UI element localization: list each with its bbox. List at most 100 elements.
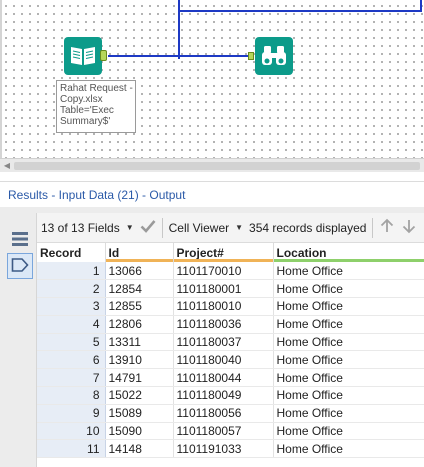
record-cell[interactable]: 5 xyxy=(37,333,106,352)
scroll-up-button[interactable] xyxy=(379,216,395,240)
project-cell[interactable]: 1101180057 xyxy=(173,422,274,441)
table-row[interactable]: 5 13311 1101180037 Home Office xyxy=(37,333,424,352)
table-row[interactable]: 4 12806 1101180036 Home Office xyxy=(37,315,424,334)
id-cell[interactable]: 12806 xyxy=(105,315,174,334)
column-type-indicator xyxy=(105,259,173,262)
data-view-button[interactable] xyxy=(7,227,33,253)
table-row[interactable]: 2 12854 1101180001 Home Office xyxy=(37,279,424,299)
annotation-line: Summary$' xyxy=(60,116,111,127)
column-header-record[interactable]: Record xyxy=(37,243,106,262)
input-data-tool[interactable] xyxy=(64,37,102,75)
browse-tool[interactable] xyxy=(255,37,293,75)
arrow-down-icon xyxy=(401,218,417,237)
location-cell[interactable]: Home Office xyxy=(273,279,424,299)
metadata-view-button[interactable] xyxy=(7,253,33,279)
record-cell[interactable]: 4 xyxy=(37,315,106,334)
apply-checkmark-button[interactable] xyxy=(140,216,156,240)
tag-icon xyxy=(11,257,29,276)
workflow-canvas[interactable]: Rahat Request - Copy.xlsx Table='Exec Su… xyxy=(0,0,424,158)
results-grid[interactable]: Record Id Project# Location 1 13066 1101… xyxy=(37,243,424,467)
project-cell[interactable]: 1101180049 xyxy=(173,386,274,405)
record-cell[interactable]: 11 xyxy=(37,439,106,459)
location-cell[interactable]: Home Office xyxy=(273,386,424,405)
column-header-location[interactable]: Location xyxy=(273,243,424,262)
connection-wire-vertical-left[interactable] xyxy=(178,0,180,59)
scroll-down-button[interactable] xyxy=(401,216,417,240)
browse-tool-input-anchor[interactable] xyxy=(248,52,254,60)
project-cell[interactable]: 1101180044 xyxy=(173,368,274,388)
location-cell[interactable]: Home Office xyxy=(273,422,424,441)
table-row[interactable]: 6 13910 1101180040 Home Office xyxy=(37,350,424,370)
open-book-icon xyxy=(69,43,97,70)
table-row[interactable]: 3 12855 1101180010 Home Office xyxy=(37,297,424,316)
location-cell[interactable]: Home Office xyxy=(273,439,424,459)
table-row[interactable]: 11 14148 1101191033 Home Office xyxy=(37,439,424,459)
location-cell[interactable]: Home Office xyxy=(273,262,424,281)
pane-splitter[interactable] xyxy=(0,172,424,182)
column-header-label: Id xyxy=(108,245,120,260)
records-displayed-label: 354 records displayed xyxy=(249,220,367,235)
table-row[interactable]: 8 15022 1101180049 Home Office xyxy=(37,386,424,405)
location-cell[interactable]: Home Office xyxy=(273,333,424,352)
id-cell[interactable]: 15022 xyxy=(105,386,174,405)
canvas-edge xyxy=(0,0,2,158)
record-cell[interactable]: 1 xyxy=(37,262,106,281)
id-cell[interactable]: 14148 xyxy=(105,439,174,459)
column-header-id[interactable]: Id xyxy=(105,243,174,262)
list-lines-icon xyxy=(11,230,29,251)
id-cell[interactable]: 13066 xyxy=(105,262,174,281)
location-cell[interactable]: Home Office xyxy=(273,368,424,388)
results-window-title: Results - Input Data (21) - Output xyxy=(0,182,424,207)
location-cell[interactable]: Home Office xyxy=(273,350,424,370)
fields-count-label: 13 of 13 Fields xyxy=(41,220,120,235)
record-cell[interactable]: 7 xyxy=(37,368,106,388)
connection-wire-top[interactable] xyxy=(180,10,422,12)
checkmark-icon xyxy=(140,219,156,236)
table-row[interactable]: 9 15089 1101180056 Home Office xyxy=(37,404,424,423)
record-cell[interactable]: 2 xyxy=(37,279,106,299)
project-cell[interactable]: 1101170010 xyxy=(173,262,274,281)
location-cell[interactable]: Home Office xyxy=(273,297,424,316)
record-cell[interactable]: 8 xyxy=(37,386,106,405)
cell-viewer-dropdown[interactable]: Cell Viewer ▼ xyxy=(169,216,243,240)
annotation-line: Table='Exec xyxy=(60,105,114,116)
column-header-label: Location xyxy=(276,245,327,260)
toolbar-separator xyxy=(161,217,163,238)
results-toolbar: 13 of 13 Fields ▼ Cell Viewer ▼ 354 reco… xyxy=(37,213,424,243)
column-type-indicator xyxy=(273,259,424,262)
results-side-rail xyxy=(0,213,37,467)
project-cell[interactable]: 1101180001 xyxy=(173,279,274,299)
record-cell[interactable]: 6 xyxy=(37,350,106,370)
record-cell[interactable]: 9 xyxy=(37,404,106,423)
project-cell[interactable]: 1101180010 xyxy=(173,297,274,316)
location-cell[interactable]: Home Office xyxy=(273,315,424,334)
id-cell[interactable]: 12855 xyxy=(105,297,174,316)
canvas-horizontal-scrollbar[interactable]: ◀ xyxy=(0,158,424,172)
scroll-left-arrow-icon[interactable]: ◀ xyxy=(2,161,12,171)
fields-dropdown[interactable]: 13 of 13 Fields ▼ xyxy=(41,216,134,240)
table-row[interactable]: 7 14791 1101180044 Home Office xyxy=(37,368,424,388)
input-tool-output-anchor[interactable] xyxy=(100,50,107,61)
record-cell[interactable]: 3 xyxy=(37,297,106,316)
project-cell[interactable]: 1101180036 xyxy=(173,315,274,334)
column-header-project[interactable]: Project# xyxy=(173,243,274,262)
scrollbar-thumb[interactable] xyxy=(14,162,420,170)
project-cell[interactable]: 1101180037 xyxy=(173,333,274,352)
id-cell[interactable]: 15089 xyxy=(105,404,174,423)
record-cell[interactable]: 10 xyxy=(37,422,106,441)
table-row[interactable]: 1 13066 1101170010 Home Office xyxy=(37,262,424,281)
chevron-down-icon: ▼ xyxy=(235,223,244,232)
project-cell[interactable]: 1101191033 xyxy=(173,439,274,459)
table-row[interactable]: 10 15090 1101180057 Home Office xyxy=(37,422,424,441)
project-cell[interactable]: 1101180040 xyxy=(173,350,274,370)
id-cell[interactable]: 13910 xyxy=(105,350,174,370)
id-cell[interactable]: 12854 xyxy=(105,279,174,299)
project-cell[interactable]: 1101180056 xyxy=(173,404,274,423)
connection-wire-main[interactable] xyxy=(108,55,248,57)
annotation-line: Rahat Request - xyxy=(60,83,133,94)
id-cell[interactable]: 13311 xyxy=(105,333,174,352)
chevron-down-icon: ▼ xyxy=(125,223,134,232)
id-cell[interactable]: 15090 xyxy=(105,422,174,441)
id-cell[interactable]: 14791 xyxy=(105,368,174,388)
location-cell[interactable]: Home Office xyxy=(273,404,424,423)
